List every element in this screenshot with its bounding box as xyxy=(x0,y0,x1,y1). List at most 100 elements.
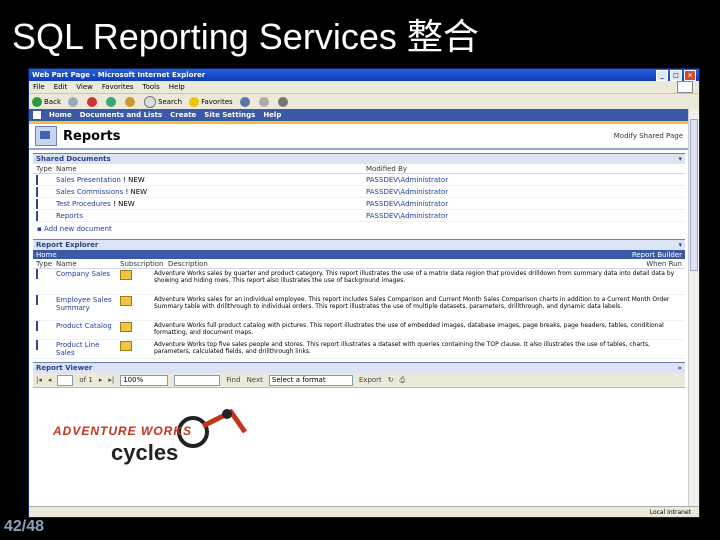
back-arrow-icon xyxy=(32,97,42,107)
webpart-menu-icon[interactable]: ▾ xyxy=(678,155,682,163)
report-builder-button[interactable]: Report Builder xyxy=(632,251,682,259)
zoom-select[interactable]: 100% xyxy=(120,374,169,386)
subscription-icon[interactable] xyxy=(120,322,132,332)
maximize-button[interactable]: □ xyxy=(670,69,682,81)
star-icon xyxy=(189,97,200,107)
report-link[interactable]: Product Line Sales xyxy=(56,341,120,357)
search-button[interactable]: Search xyxy=(144,96,182,108)
next-page-button[interactable]: ▸ xyxy=(99,376,103,384)
menu-edit[interactable]: Edit xyxy=(54,83,68,91)
col-name[interactable]: Name xyxy=(56,165,366,173)
table-row: Company Sales Adventure Works sales by q… xyxy=(33,269,685,295)
subscription-icon[interactable] xyxy=(120,296,132,306)
export-format-select[interactable]: Select a format xyxy=(268,374,353,386)
home-button[interactable] xyxy=(125,97,137,107)
menu-favorites[interactable]: Favorites xyxy=(102,83,134,91)
refresh-button[interactable] xyxy=(106,97,118,107)
add-new-document-label[interactable]: Add new document xyxy=(44,225,112,233)
menu-file[interactable]: File xyxy=(33,83,45,91)
new-badge: ! NEW xyxy=(125,187,148,196)
menu-bar: File Edit View Favorites Tools Help xyxy=(29,81,699,94)
subscription-icon[interactable] xyxy=(120,270,132,280)
refresh-report-icon[interactable]: ↻ xyxy=(388,376,394,384)
table-row: Product Line Sales Adventure Works top f… xyxy=(33,340,685,359)
report-description: Adventure Works full product catalog wit… xyxy=(154,322,664,336)
window-title: Web Part Page - Microsoft Internet Explo… xyxy=(32,71,206,79)
explorer-column-headers: Type Name Subscription Description When … xyxy=(33,259,685,269)
add-new-document-link[interactable]: ▪ Add new document xyxy=(33,222,685,236)
find-button[interactable]: Find xyxy=(226,376,240,384)
report-canvas: ADVENTURE WORKS cycles xyxy=(33,388,685,498)
col-subscription[interactable]: Subscription xyxy=(120,260,168,268)
vertical-scrollbar[interactable] xyxy=(688,109,699,507)
modified-by[interactable]: PASSDEV\Administrator xyxy=(366,212,682,220)
modified-by[interactable]: PASSDEV\Administrator xyxy=(366,200,682,208)
export-button[interactable]: Export xyxy=(359,376,382,384)
windows-flag-icon xyxy=(677,81,693,93)
favorites-button[interactable]: Favorites xyxy=(189,97,233,107)
slide-title: SQL Reporting Services 整合 xyxy=(12,16,479,57)
report-link[interactable]: Product Catalog xyxy=(56,322,120,330)
modified-by[interactable]: PASSDEV\Administrator xyxy=(366,176,682,184)
minimize-button[interactable]: _ xyxy=(656,69,668,81)
last-page-button[interactable]: ▸| xyxy=(108,376,114,384)
table-row: Sales Commissions ! NEW PASSDEV\Administ… xyxy=(33,186,685,198)
col-when-run[interactable]: When Run xyxy=(646,260,682,268)
mail-icon xyxy=(258,97,269,107)
print-button[interactable] xyxy=(277,97,290,107)
page-number-input[interactable] xyxy=(57,374,74,386)
document-link[interactable]: Sales Presentation xyxy=(56,176,121,184)
table-row: Employee Sales Summary Adventure Works s… xyxy=(33,295,685,321)
table-row: Product Catalog Adventure Works full pro… xyxy=(33,321,685,340)
col-type[interactable]: Type xyxy=(36,260,56,268)
menu-help[interactable]: Help xyxy=(169,83,185,91)
report-icon xyxy=(36,269,38,279)
webpart-menu-icon[interactable]: ▾ xyxy=(678,241,682,249)
site-nav: Home Documents and Lists Create Site Set… xyxy=(29,109,689,124)
col-description[interactable]: Description xyxy=(168,260,646,268)
explorer-home-link[interactable]: Home xyxy=(36,251,632,259)
menu-view[interactable]: View xyxy=(76,83,93,91)
close-button[interactable]: × xyxy=(684,69,696,81)
browser-window: Web Part Page - Microsoft Internet Explo… xyxy=(28,68,700,518)
report-viewer-toolbar: |◂ ◂ of 1 ▸ ▸| 100% Find Next Select a f… xyxy=(33,373,685,388)
menu-tools[interactable]: Tools xyxy=(143,83,160,91)
webpart-title[interactable]: Shared Documents xyxy=(36,155,678,163)
report-viewer-webpart: Report Viewer » |◂ ◂ of 1 ▸ ▸| 100% Find… xyxy=(33,362,685,498)
webpart-title[interactable]: Report Explorer xyxy=(36,241,678,249)
webpart-title[interactable]: Report Viewer xyxy=(36,364,677,372)
window-titlebar: Web Part Page - Microsoft Internet Explo… xyxy=(29,69,699,81)
next-button[interactable]: Next xyxy=(247,376,263,384)
forward-button[interactable] xyxy=(68,97,80,107)
document-link[interactable]: Test Procedures xyxy=(56,200,111,208)
modify-shared-page-link[interactable]: Modify Shared Page xyxy=(614,132,683,140)
scrollbar-thumb[interactable] xyxy=(690,119,698,271)
document-link[interactable]: Sales Commissions xyxy=(56,188,123,196)
document-link[interactable]: Reports xyxy=(56,212,83,220)
find-input[interactable] xyxy=(174,374,221,386)
print-report-icon[interactable]: ⎙ xyxy=(400,376,406,385)
nav-home[interactable]: Home xyxy=(49,111,72,119)
mail-button[interactable] xyxy=(258,97,271,107)
modified-by[interactable]: PASSDEV\Administrator xyxy=(366,188,682,196)
nav-help[interactable]: Help xyxy=(263,111,281,119)
subscription-icon[interactable] xyxy=(120,341,132,351)
nav-documents[interactable]: Documents and Lists xyxy=(80,111,162,119)
col-type[interactable]: Type xyxy=(36,165,56,173)
report-link[interactable]: Company Sales xyxy=(56,270,120,278)
nav-create[interactable]: Create xyxy=(170,111,196,119)
col-modified-by[interactable]: Modified By xyxy=(366,165,682,173)
back-button[interactable]: Back xyxy=(32,97,61,107)
adventure-works-logo: ADVENTURE WORKS cycles xyxy=(53,408,253,476)
collapse-icon[interactable]: » xyxy=(677,364,682,372)
previous-page-button[interactable]: ◂ xyxy=(48,376,52,384)
first-page-button[interactable]: |◂ xyxy=(36,376,42,384)
stop-icon xyxy=(87,97,97,107)
report-link[interactable]: Employee Sales Summary xyxy=(56,296,120,312)
nav-site-settings[interactable]: Site Settings xyxy=(204,111,255,119)
stop-button[interactable] xyxy=(87,97,99,107)
webpart-header: Shared Documents ▾ xyxy=(33,153,685,164)
media-button[interactable] xyxy=(239,97,252,107)
col-name[interactable]: Name xyxy=(56,260,120,268)
logo-text-top: ADVENTURE WORKS xyxy=(53,424,193,438)
